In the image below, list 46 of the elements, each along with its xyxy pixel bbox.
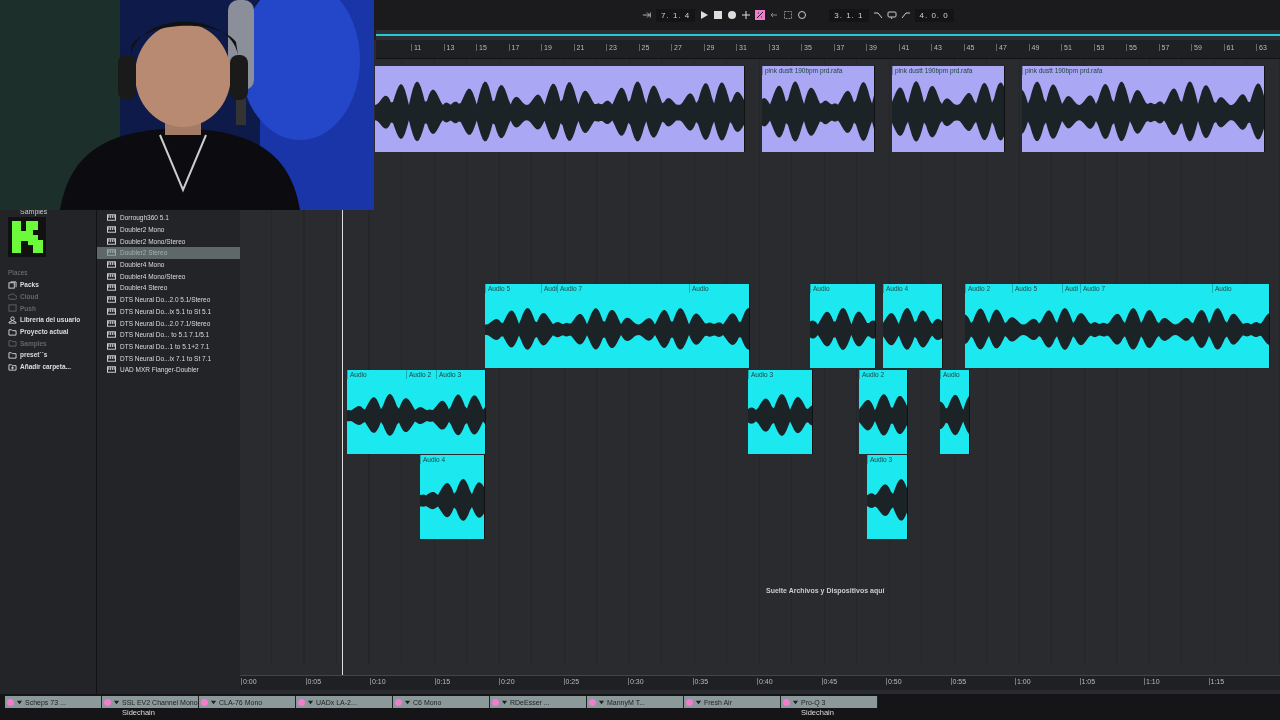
punch-out-icon[interactable] <box>900 10 911 20</box>
add-icon[interactable] <box>741 10 752 20</box>
plugin-icon <box>107 366 116 374</box>
plugin-icon <box>107 237 116 245</box>
punch-in-icon[interactable] <box>872 10 883 20</box>
capture-icon[interactable] <box>783 10 794 20</box>
fold-icon[interactable] <box>113 698 120 706</box>
plugin-icon <box>107 342 116 350</box>
fold-icon[interactable] <box>210 698 217 706</box>
audio-clip[interactable] <box>375 66 745 152</box>
user-icon <box>8 315 17 324</box>
add-folder-icon <box>8 362 17 371</box>
logo-icon <box>8 217 46 257</box>
plugin-icon <box>107 214 116 222</box>
automation-arm-icon[interactable] <box>755 10 766 20</box>
plugin-icon <box>107 261 116 269</box>
cloud-icon <box>8 292 17 301</box>
play-icon[interactable] <box>699 10 710 20</box>
follow-icon[interactable] <box>642 10 652 20</box>
overview-strip[interactable] <box>376 30 1280 40</box>
record-icon[interactable] <box>727 10 738 20</box>
plugin-icon <box>107 354 116 362</box>
packs-icon <box>8 280 17 289</box>
plugin-icon <box>107 226 116 234</box>
fold-icon[interactable] <box>501 698 508 706</box>
plugin-icon <box>107 249 116 257</box>
plugin-icon <box>107 331 116 339</box>
stop-icon[interactable] <box>713 10 724 20</box>
fold-icon[interactable] <box>695 698 702 706</box>
fold-icon[interactable] <box>307 698 314 706</box>
plugin-icon <box>107 319 116 327</box>
plugin-icon <box>107 272 116 280</box>
loop-length-field[interactable]: 4. 0. 0 <box>914 8 954 22</box>
fold-icon[interactable] <box>598 698 605 706</box>
plugin-icon <box>107 296 116 304</box>
fold-icon[interactable] <box>16 698 23 706</box>
loop-start-field[interactable]: 3. 1. 1 <box>829 8 869 22</box>
plugin-icon <box>107 307 116 315</box>
loop-circle-icon[interactable] <box>797 10 808 20</box>
position-field[interactable]: 7. 1. 4 <box>656 8 696 22</box>
device-icon <box>8 304 17 313</box>
loop-icon[interactable] <box>886 10 897 20</box>
back-icon[interactable] <box>769 10 780 20</box>
plugin-icon <box>107 284 116 292</box>
fold-icon[interactable] <box>404 698 411 706</box>
fold-icon[interactable] <box>792 698 799 706</box>
